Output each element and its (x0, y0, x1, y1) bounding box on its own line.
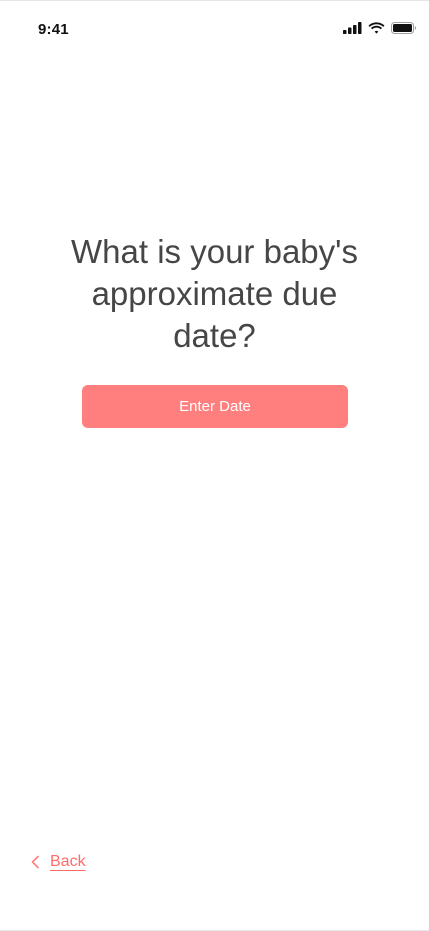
enter-date-button[interactable]: Enter Date (82, 385, 348, 428)
enter-date-label: Enter Date (179, 398, 251, 415)
question-line-3: date? (173, 317, 256, 354)
chevron-left-icon (30, 855, 40, 869)
due-date-question: What is your baby's approximate due date… (40, 231, 389, 357)
status-icons (343, 20, 417, 36)
back-button[interactable]: Back (30, 853, 86, 871)
question-line-1: What is your baby's (71, 233, 358, 270)
cellular-signal-icon (343, 22, 362, 34)
wifi-icon (368, 22, 385, 34)
onboarding-due-date-screen: 9:41 What is your baby's approximate due… (0, 0, 429, 931)
battery-icon (391, 22, 417, 34)
back-label: Back (50, 853, 86, 870)
status-time: 9:41 (38, 21, 69, 38)
question-line-2: approximate due (91, 275, 338, 312)
status-bar: 9:41 (0, 1, 429, 57)
